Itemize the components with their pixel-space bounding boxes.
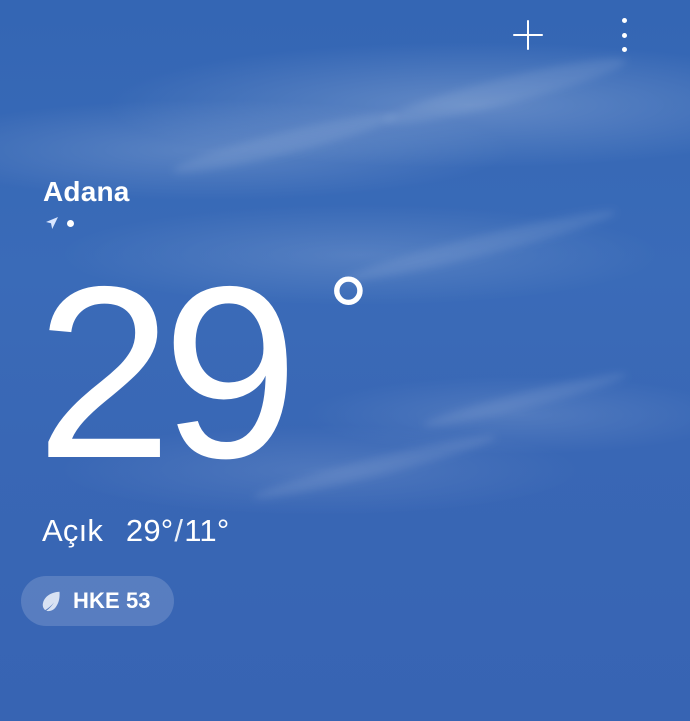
temperature-value: 29 [36,235,298,509]
kebab-dot [621,18,627,23]
current-location-dot [67,219,74,227]
cloud-streak [380,48,630,134]
weather-screen: Adana 29 ° Açık 29°/11° HKE 53 [0,0,690,721]
temperature-unit: ° [328,256,369,370]
kebab-dot [621,47,627,52]
more-options-button[interactable] [603,14,645,56]
kebab-menu-icon [620,18,628,52]
location-arrow-icon [46,217,58,229]
leaf-icon [42,591,60,612]
cloud-streak [421,366,629,434]
plus-icon [511,18,545,52]
location-indicators [45,216,74,230]
condition-and-range: Açık 29°/11° [42,512,229,550]
kebab-dot [621,32,627,38]
air-quality-pill[interactable]: HKE 53 [21,576,174,626]
location-section: Adana [43,174,130,229]
range-separator: / [174,513,184,548]
high-temperature: 29° [125,513,174,548]
air-quality-label: HKE 53 [73,588,151,613]
current-temperature: 29 ° [36,235,396,509]
top-actions [507,14,645,56]
add-location-button[interactable] [507,14,549,56]
city-name: Adana [43,176,130,207]
cloud-streak [170,104,400,182]
weather-condition: Açık [42,513,104,548]
low-temperature: 11° [184,513,230,548]
